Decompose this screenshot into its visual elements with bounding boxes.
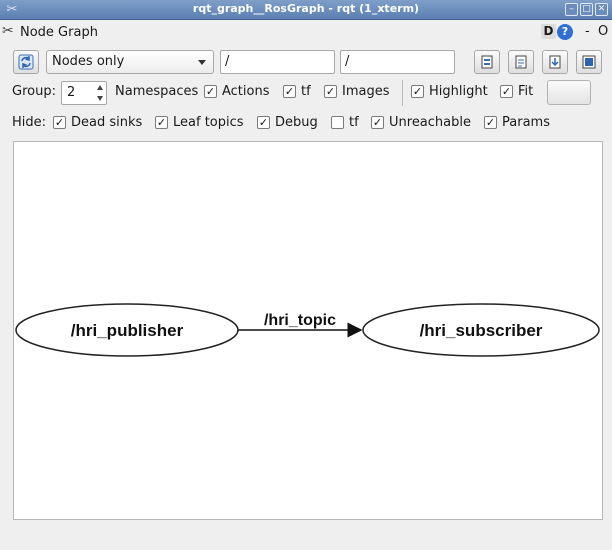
- topic-filter-input[interactable]: /: [340, 50, 455, 74]
- debug-label: Debug: [275, 115, 318, 130]
- hide-tf-checkbox[interactable]: [331, 116, 344, 129]
- highlight-label: Highlight: [429, 84, 488, 99]
- highlight-checkbox[interactable]: ✓: [411, 85, 424, 98]
- graph-mode-select[interactable]: Nodes only: [46, 50, 214, 74]
- fit-in-view-button[interactable]: [547, 80, 591, 105]
- subscriber-node-label: /hri_subscriber: [420, 321, 543, 340]
- divider: [402, 80, 403, 106]
- dock-button[interactable]: D: [541, 24, 556, 39]
- tf-checkbox[interactable]: ✓: [283, 85, 296, 98]
- debug-checkbox[interactable]: ✓: [257, 116, 270, 129]
- save-svg-button[interactable]: [542, 50, 568, 74]
- leaf-topics-label: Leaf topics: [173, 115, 244, 130]
- group-spinbox[interactable]: 2: [61, 81, 107, 105]
- unreachable-checkbox[interactable]: ✓: [371, 116, 384, 129]
- export-icon: [549, 55, 561, 69]
- hide-label: Hide:: [12, 115, 47, 130]
- hide-tf-label: tf: [349, 115, 359, 130]
- load-dot-button[interactable]: [474, 50, 500, 74]
- minimize-button[interactable]: –: [565, 3, 578, 16]
- topic-edge-label: /hri_topic: [264, 312, 336, 329]
- window-titlebar: ✂ rqt_graph__RosGraph - rqt (1_xterm) – …: [0, 0, 612, 20]
- graph-canvas[interactable]: /hri_publisher /hri_subscriber /hri_topi…: [13, 141, 603, 520]
- help-button[interactable]: ?: [557, 24, 573, 40]
- refresh-icon: [18, 54, 34, 70]
- graph-mode-value: Nodes only: [52, 54, 125, 69]
- dead-sinks-checkbox[interactable]: ✓: [53, 116, 66, 129]
- dead-sinks-label: Dead sinks: [71, 115, 143, 130]
- maximize-button[interactable]: □: [580, 3, 593, 16]
- node-filter-input[interactable]: /: [220, 50, 335, 74]
- fit-label: Fit: [518, 84, 534, 99]
- namespaces-checkbox[interactable]: ✓: [204, 85, 217, 98]
- close-plugin-button[interactable]: O: [598, 24, 608, 39]
- open-file-icon: [481, 55, 493, 69]
- window-title: rqt_graph__RosGraph - rqt (1_xterm): [192, 2, 420, 15]
- refresh-button[interactable]: [13, 50, 39, 74]
- params-label: Params: [502, 115, 550, 130]
- image-icon: [582, 55, 596, 69]
- close-button[interactable]: ✕: [595, 3, 608, 16]
- fit-checkbox[interactable]: ✓: [500, 85, 513, 98]
- hide-row: Hide: ✓ Dead sinks ✓ Leaf topics ✓ Debug…: [0, 112, 612, 134]
- minimize-plugin-button[interactable]: -: [585, 24, 590, 39]
- params-checkbox[interactable]: ✓: [484, 116, 497, 129]
- tf-label: tf: [301, 84, 311, 99]
- namespaces-label: Namespaces: [115, 84, 199, 99]
- group-value: 2: [67, 85, 76, 100]
- wrench-icon: ✂: [2, 23, 14, 39]
- leaf-topics-checkbox[interactable]: ✓: [155, 116, 168, 129]
- plugin-title: Node Graph: [20, 25, 98, 40]
- images-checkbox[interactable]: ✓: [324, 85, 337, 98]
- save-file-icon: [515, 55, 527, 69]
- images-label: Images: [342, 84, 390, 99]
- chevron-down-icon: [198, 60, 206, 65]
- publisher-node-label: /hri_publisher: [71, 321, 184, 340]
- spin-up-icon[interactable]: [97, 85, 103, 90]
- group-label: Group:: [12, 84, 56, 99]
- actions-label: Actions: [222, 84, 270, 99]
- save-image-button[interactable]: [576, 50, 602, 74]
- unreachable-label: Unreachable: [389, 115, 471, 130]
- spin-down-icon[interactable]: [97, 96, 103, 101]
- graph-svg: /hri_publisher /hri_subscriber /hri_topi…: [15, 303, 600, 357]
- save-dot-button[interactable]: [508, 50, 534, 74]
- plugin-header: ✂ Node Graph D ? - O: [0, 21, 612, 43]
